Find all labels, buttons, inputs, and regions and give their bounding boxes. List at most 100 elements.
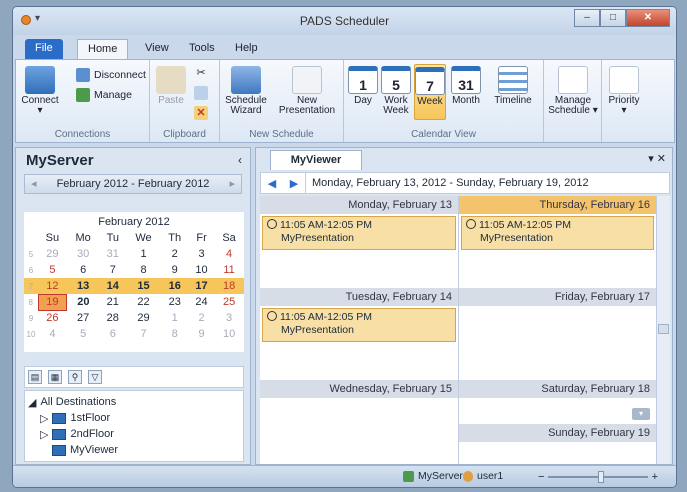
calendar-day[interactable]: 18 [214,278,244,294]
recurrence-icon [267,311,277,321]
list-view-icon[interactable]: ▤ [28,370,42,384]
calendar-day[interactable]: 2 [188,310,214,326]
appointment[interactable]: 11:05 AM-12:05 PM MyPresentation [262,308,456,342]
priority-button[interactable]: Priority ▾ [606,66,642,116]
tree-root[interactable]: ◢ All Destinations [28,394,240,410]
paste-icon [156,66,186,94]
calendar-day[interactable]: 8 [126,262,161,278]
calendar-day[interactable]: 1 [126,246,161,262]
next-month-icon[interactable]: ▸ [229,175,235,193]
scroll-thumb[interactable] [658,324,669,334]
day-header-sunday: Sunday, February 19 [459,424,656,442]
tab-tools[interactable]: Tools [179,39,225,59]
calendar-day[interactable]: 23 [161,294,188,310]
calendar-day[interactable]: 31 [100,246,127,262]
tree-item-myviewer[interactable]: MyViewer [28,442,240,458]
calendar-day[interactable]: 4 [38,326,67,342]
calendar-day[interactable]: 24 [188,294,214,310]
calendar-day[interactable]: 8 [161,326,188,342]
appointment-title: MyPresentation [281,324,354,336]
calendar-day[interactable]: 9 [161,262,188,278]
calendar-day[interactable]: 3 [188,246,214,262]
timeline-view-button[interactable]: Timeline [486,66,540,106]
month-range: February 2012 - February 2012 [56,178,210,190]
calendar-day[interactable]: 12 [38,278,67,294]
tree-item-1stfloor[interactable]: ▷ 1stFloor [28,410,240,426]
month-view-button[interactable]: 31 Month [448,66,484,106]
delete-icon[interactable]: ✕ [194,106,208,120]
calendar-day[interactable]: 22 [126,294,161,310]
calendar-day[interactable]: 26 [38,310,67,326]
vertical-scrollbar[interactable] [656,196,670,464]
calendar-day[interactable]: 4 [215,246,244,262]
zoom-in-icon[interactable]: + [652,471,658,483]
calendar-day[interactable]: 29 [126,310,161,326]
calendar-day[interactable]: 2 [161,246,188,262]
new-presentation-button[interactable]: New Presentation [276,66,338,116]
tree-item-2ndfloor[interactable]: ▷ 2ndFloor [28,426,240,442]
calendar-day[interactable]: 20 [67,294,100,310]
calendar-day[interactable]: 5 [67,326,100,342]
zoom-slider[interactable]: − + [538,470,658,484]
mini-calendar: February 2012 Su Mo Tu We Th Fr Sa 5 29 … [24,212,244,352]
copy-icon[interactable] [194,86,208,100]
calendar-day[interactable]: 13 [66,278,100,294]
calendar-day[interactable]: 1 [161,310,188,326]
manage-button[interactable]: Manage [76,88,132,102]
minimize-button[interactable]: – [574,9,600,27]
calendar-day[interactable]: 10 [188,262,214,278]
tab-myviewer[interactable]: MyViewer [270,150,362,170]
disconnect-button[interactable]: Disconnect [76,68,146,82]
monitor-icon [52,428,67,440]
calendar-day[interactable]: 6 [67,262,100,278]
filter-icon[interactable]: ▽ [88,370,102,384]
paste-button[interactable]: Paste [156,66,186,106]
calendar-day[interactable]: 11 [215,262,244,278]
calendar-day[interactable]: 10 [215,326,244,342]
calendar-day[interactable]: 6 [100,326,127,342]
prev-month-icon[interactable]: ◂ [31,175,37,193]
zoom-out-icon[interactable]: − [538,471,544,483]
schedule-wizard-button[interactable]: Schedule Wizard [224,66,268,116]
calendar-day[interactable]: 28 [100,310,127,326]
grid-view-icon[interactable]: ▦ [48,370,62,384]
cut-icon[interactable]: ✂ [194,66,208,80]
calendar-day[interactable]: 21 [100,294,127,310]
prev-week-icon[interactable]: ◀ [261,177,283,190]
calendar-day[interactable]: 7 [100,262,127,278]
calendar-day[interactable]: 5 [38,262,67,278]
collapse-pane-button[interactable]: ‹ [238,153,242,167]
tab-help[interactable]: Help [225,39,268,59]
calendar-day[interactable]: 15 [126,278,161,294]
next-week-icon[interactable]: ▶ [283,177,305,190]
connect-button[interactable]: Connect ▾ [20,66,60,116]
day-view-button[interactable]: 1 Day [348,66,378,106]
calendar-day[interactable]: 27 [67,310,100,326]
calendar-day[interactable]: 25 [215,294,244,310]
calendar-day[interactable]: 7 [126,326,161,342]
calendar-day[interactable]: 14 [99,278,127,294]
manage-schedule-button[interactable]: Manage Schedule ▾ [548,66,598,116]
work-week-view-button[interactable]: 5 Work Week [380,66,412,116]
calendar-day[interactable]: 16 [160,278,189,294]
appointment[interactable]: 11:05 AM-12:05 PM MyPresentation [262,216,456,250]
calendar-day[interactable]: 29 [38,246,67,262]
maximize-button[interactable]: □ [600,9,626,27]
close-button[interactable]: ✕ [626,9,670,27]
pane-controls[interactable]: ▾ ✕ [648,152,666,165]
calendar-day-today[interactable]: 19 [37,293,68,311]
calendar-day[interactable]: 30 [67,246,100,262]
tab-view[interactable]: View [135,39,179,59]
appointment[interactable]: 11:05 AM-12:05 PM MyPresentation [461,216,654,250]
search-icon[interactable]: ⚲ [68,370,82,384]
zoom-knob[interactable] [598,471,605,483]
calendar-day[interactable]: 3 [215,310,244,326]
calendar-day[interactable]: 9 [188,326,214,342]
week-view-button[interactable]: 7 Week [414,64,446,120]
tab-file[interactable]: File [25,39,63,59]
more-items-button[interactable]: ▾ [632,408,650,420]
weekday-header: Fr [196,232,207,244]
tab-home[interactable]: Home [77,39,129,59]
work-week-calendar-icon: 5 [381,66,411,94]
calendar-day[interactable]: 17 [188,278,215,294]
